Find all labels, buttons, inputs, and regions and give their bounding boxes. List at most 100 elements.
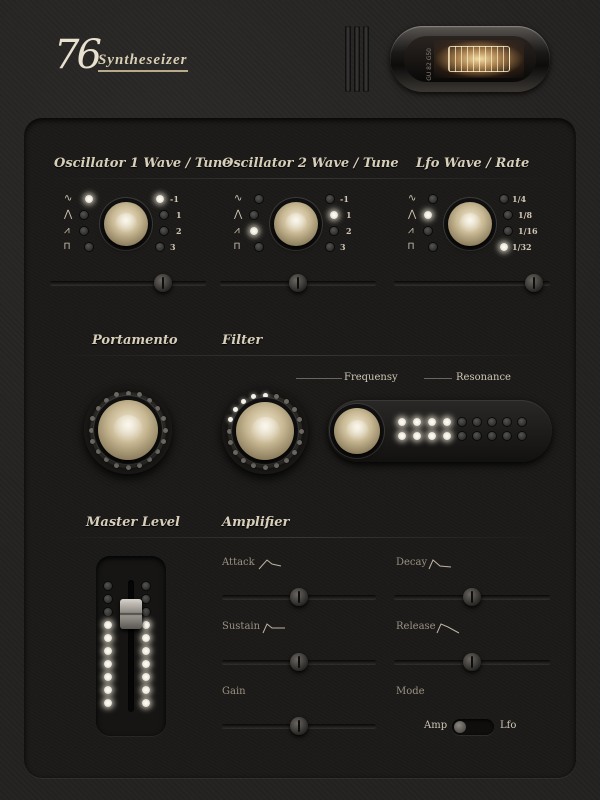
ring-led: [283, 457, 289, 463]
amplifier-title: Amplifier: [222, 515, 290, 530]
resonance-led: [443, 418, 451, 426]
master-level-title: Master Level: [86, 515, 180, 530]
ring-led: [262, 464, 268, 470]
master-level-led: [104, 634, 112, 642]
osc2-group: ∿ ⋀ ⩘ ⊓ -1 1 2 3: [210, 186, 380, 266]
lfo-wave-led[interactable]: [429, 243, 437, 251]
ring-led: [298, 428, 304, 434]
mode-toggle[interactable]: [452, 719, 494, 735]
osc1-wave-led[interactable]: [80, 211, 88, 219]
resonance-led: [488, 418, 496, 426]
ring-led: [155, 405, 161, 411]
resonance-led: [458, 432, 466, 440]
sustain-slider-thumb[interactable]: [290, 653, 308, 671]
saw-icon: ⩘: [64, 225, 70, 236]
gain-slider-thumb[interactable]: [290, 717, 308, 735]
master-level-led: [142, 634, 150, 642]
saw-icon: ⩘: [408, 225, 414, 236]
ring-led: [233, 449, 239, 455]
osc2-tune-led[interactable]: [330, 227, 338, 235]
ring-led: [136, 392, 142, 398]
ring-led: [296, 417, 302, 423]
sine-icon: ∿: [64, 193, 73, 204]
rate-label: 1/32: [512, 242, 532, 252]
tube-label: GU 82 G50: [426, 48, 433, 81]
osc2-tune-led[interactable]: [326, 243, 334, 251]
filter-title: Filter: [222, 333, 263, 348]
master-fader-thumb[interactable]: [120, 598, 142, 629]
lfo-rate-led[interactable]: [500, 195, 508, 203]
release-slider-thumb[interactable]: [463, 653, 481, 671]
portamento-title: Portamento: [92, 333, 178, 348]
osc2-wave-led[interactable]: [255, 243, 263, 251]
resonance-led: [518, 418, 526, 426]
frequency-knob[interactable]: [236, 402, 294, 460]
tune-label: -1: [170, 194, 179, 204]
osc1-tune-led[interactable]: [160, 211, 168, 219]
mode-amp-label: Amp: [424, 720, 448, 731]
ring-led: [160, 438, 166, 444]
triangle-icon: ⋀: [408, 209, 417, 220]
resonance-led-bank: [398, 418, 538, 444]
sustain-label: Sustain: [222, 621, 261, 632]
osc1-wave-led[interactable]: [85, 243, 93, 251]
attack-envelope-icon: [258, 559, 282, 570]
ring-led: [228, 417, 234, 423]
ring-led: [103, 457, 109, 463]
gain-label: Gain: [222, 686, 246, 697]
osc1-tune-led[interactable]: [156, 243, 164, 251]
resonance-led: [473, 432, 481, 440]
lfo-rate-led[interactable]: [504, 211, 512, 219]
master-level-led: [104, 582, 112, 590]
release-envelope-icon: [436, 623, 460, 634]
attack-slider-thumb[interactable]: [290, 588, 308, 606]
master-level-led: [142, 595, 150, 603]
osc1-title: Oscillator 1 Wave / Tune: [54, 156, 231, 171]
lfo-wave-led[interactable]: [429, 195, 437, 203]
osc2-wave-led[interactable]: [255, 195, 263, 203]
osc1-wave-led[interactable]: [80, 227, 88, 235]
osc2-wave-knob[interactable]: [274, 202, 318, 246]
resonance-led: [518, 432, 526, 440]
resonance-knob[interactable]: [334, 408, 380, 454]
lfo-title: Lfo Wave / Rate: [416, 156, 530, 171]
sine-icon: ∿: [234, 193, 243, 204]
osc2-title: Oscillator 2 Wave / Tune: [222, 156, 399, 171]
mode-toggle-knob[interactable]: [454, 721, 466, 733]
resonance-led: [503, 418, 511, 426]
osc2-wave-led[interactable]: [250, 227, 258, 235]
master-level-led: [142, 660, 150, 668]
release-label: Release: [396, 621, 436, 632]
lfo-rate-led[interactable]: [500, 243, 508, 251]
lfo-wave-led[interactable]: [424, 227, 432, 235]
master-level-led: [142, 673, 150, 681]
osc1-tune-led[interactable]: [160, 227, 168, 235]
osc2-wave-led[interactable]: [250, 211, 258, 219]
osc1-wave-knob[interactable]: [104, 202, 148, 246]
ring-led: [136, 462, 142, 468]
resonance-led: [413, 418, 421, 426]
tune-label: 1: [176, 210, 182, 220]
osc2-tune-led[interactable]: [330, 211, 338, 219]
lfo-rate-led[interactable]: [504, 227, 512, 235]
ring-led: [155, 449, 161, 455]
osc2-tune-led[interactable]: [326, 195, 334, 203]
decay-slider-thumb[interactable]: [463, 588, 481, 606]
ring-led: [160, 416, 166, 422]
osc2-slider-thumb[interactable]: [289, 274, 307, 292]
master-level-led: [104, 686, 112, 694]
resonance-led: [428, 418, 436, 426]
ring-led: [251, 462, 257, 468]
resonance-led: [503, 432, 511, 440]
tune-label: -1: [340, 194, 349, 204]
master-level-led: [104, 673, 112, 681]
ring-led: [283, 399, 289, 405]
osc1-slider-track[interactable]: [50, 281, 206, 285]
lfo-wave-knob[interactable]: [448, 202, 492, 246]
osc1-tune-led[interactable]: [156, 195, 164, 203]
lfo-wave-led[interactable]: [424, 211, 432, 219]
portamento-knob[interactable]: [98, 400, 158, 460]
ring-led: [241, 399, 247, 405]
osc1-slider-thumb[interactable]: [153, 274, 172, 292]
lfo-slider-thumb[interactable]: [525, 274, 544, 292]
